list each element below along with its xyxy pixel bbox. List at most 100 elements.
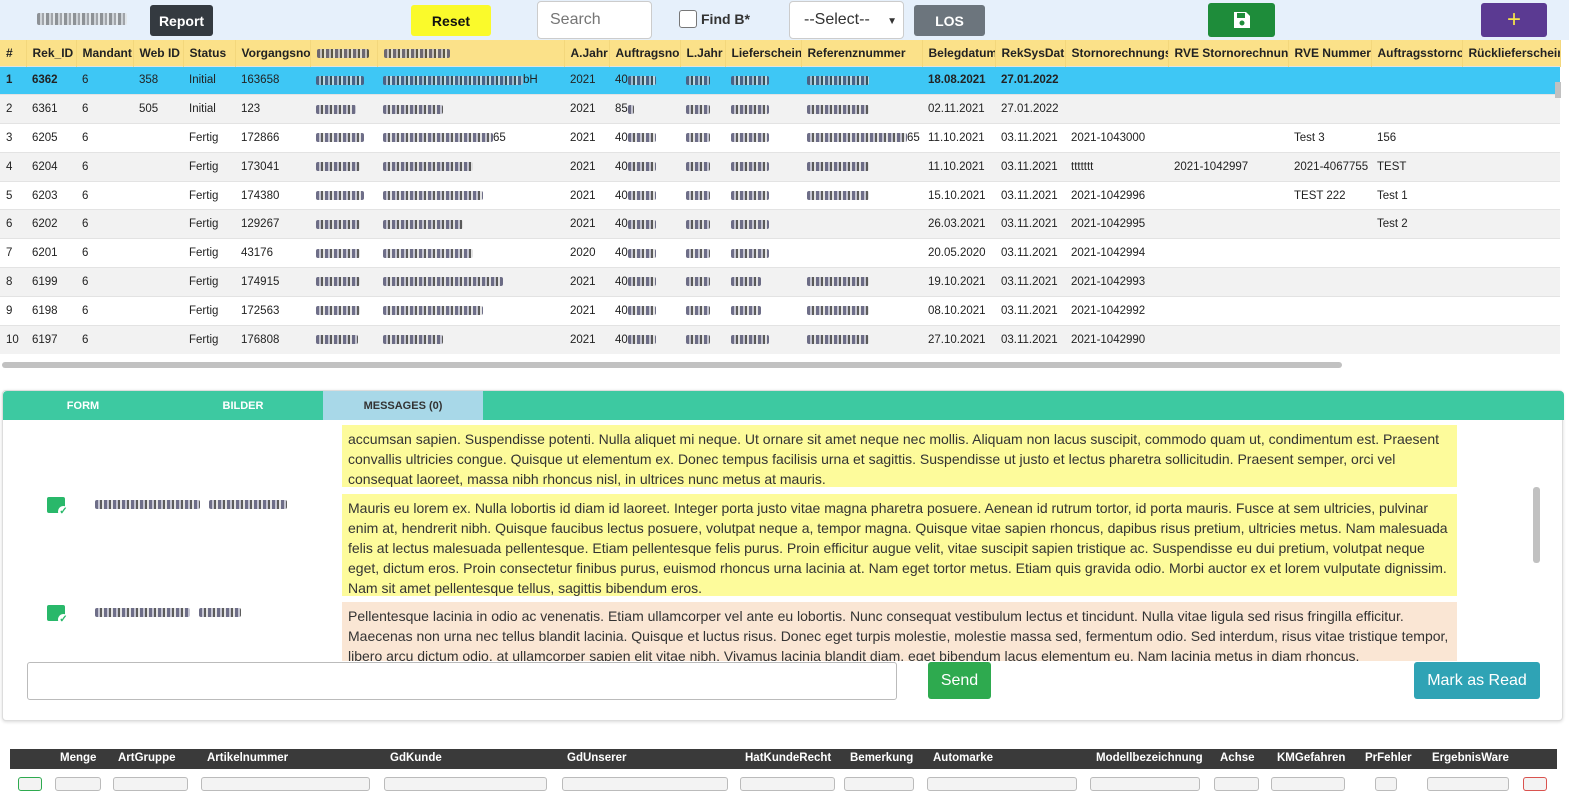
- menge-field[interactable]: [55, 777, 101, 791]
- message-bubble: Pellentesque lacinia in odio ac venenati…: [342, 602, 1457, 661]
- row-number: 1: [0, 65, 26, 95]
- rve-nummer-cell: [1288, 94, 1371, 124]
- vorgangsno-cell: 173041: [235, 151, 310, 182]
- items-table-row: [10, 773, 1557, 791]
- mandant-cell: 6: [76, 151, 133, 182]
- grid-header-cell[interactable]: Mandant: [76, 40, 134, 66]
- blurred-text: [627, 104, 634, 114]
- artgruppe-field[interactable]: [113, 777, 188, 791]
- l-jahr-cell: [680, 180, 725, 210]
- artikelnummer-field[interactable]: [201, 777, 370, 791]
- table-row[interactable]: 10 6197 6 Fertig 176808 2021 40 27.10.2021 03.11…: [0, 324, 1560, 354]
- table-row[interactable]: 4 6204 6 Fertig 173041 2021 40 11.10.2021 03.11.…: [0, 151, 1560, 182]
- mandant-cell: 6: [76, 209, 133, 239]
- grid-horizontal-scrollbar[interactable]: [2, 362, 1342, 368]
- blurred-cell: [310, 123, 377, 153]
- grid-header-cell[interactable]: Stornorechnungs: [1065, 40, 1169, 66]
- web-id-cell: 358: [133, 65, 183, 95]
- status-cell: Fertig: [183, 151, 235, 182]
- vorgangsno-cell: 123: [235, 94, 310, 124]
- save-button[interactable]: [1208, 3, 1275, 37]
- add-button[interactable]: +: [1481, 3, 1547, 37]
- col-menge: Menge: [60, 752, 97, 764]
- achse-field[interactable]: [1214, 777, 1259, 791]
- report-button[interactable]: Report: [150, 5, 213, 36]
- automarke-field[interactable]: [927, 777, 1077, 791]
- blurred-cell: [377, 209, 564, 239]
- prfehler-checkbox[interactable]: [1375, 777, 1397, 791]
- find-b-checkbox[interactable]: Find B*: [679, 10, 750, 28]
- add-item-button[interactable]: [18, 777, 42, 791]
- a-jahr-cell: 2021: [564, 209, 609, 239]
- rek-id-cell: 6202: [26, 209, 76, 239]
- rve-nummer-cell: [1288, 65, 1371, 95]
- table-row[interactable]: 6 6202 6 Fertig 129267 2021 40 26.03.2021 03.11.…: [0, 209, 1560, 239]
- lieferschein-cell: [725, 123, 801, 153]
- reset-button[interactable]: Reset: [411, 5, 491, 36]
- table-row[interactable]: 9 6198 6 Fertig 172563 2021 40 08.10.2021 03.11.…: [0, 295, 1560, 326]
- rek-id-cell: 6362: [26, 65, 76, 95]
- message-input[interactable]: [27, 662, 897, 700]
- referenznummer-cell: [801, 94, 922, 124]
- gdunserer-field[interactable]: [562, 777, 728, 791]
- table-row[interactable]: 1 6362 6 358 Initial 163658 bH 2021 40 18.08.2021…: [0, 65, 1560, 95]
- rve-stornorechnung-cell: [1168, 123, 1288, 153]
- grid-header-cell[interactable]: Auftragsstorno: [1371, 40, 1463, 66]
- los-button[interactable]: LOS: [914, 5, 985, 36]
- grid-header-cell[interactable]: #: [0, 40, 27, 66]
- delete-icon[interactable]: [1523, 777, 1547, 791]
- grid-header-cell[interactable]: Belegdatum: [922, 40, 996, 66]
- rek-id-cell: 6205: [26, 123, 76, 153]
- table-row[interactable]: 2 6361 6 505 Initial 123 2021 85 02.11.2021 27.01…: [0, 94, 1560, 124]
- grid-header-cell[interactable]: [310, 40, 378, 66]
- table-row[interactable]: 7 6201 6 Fertig 43176 2020 40 20.05.2020 03.11.2…: [0, 238, 1560, 268]
- grid-header-cell[interactable]: Referenznummer: [801, 40, 923, 66]
- grid-header-cell[interactable]: Rek_ID: [26, 40, 77, 66]
- row-number: 9: [0, 295, 26, 326]
- search-input[interactable]: [537, 1, 652, 39]
- kmgefahren-field[interactable]: [1271, 777, 1345, 791]
- grid-header-cell[interactable]: A.Jahr: [564, 40, 610, 66]
- grid-header-cell[interactable]: Rücklieferschein: [1462, 40, 1561, 66]
- message-timestamp: [95, 608, 190, 618]
- grid-header-cell[interactable]: Web ID: [133, 40, 184, 66]
- grid-header-cell[interactable]: L.Jahr: [680, 40, 726, 66]
- grid-header-cell[interactable]: RVE Stornorechnung: [1168, 40, 1289, 66]
- a-jahr-cell: 2020: [564, 238, 609, 268]
- message-meta: [95, 497, 288, 510]
- grid-header-cell[interactable]: Status: [183, 40, 236, 66]
- grid-header-cell[interactable]: Lieferschein: [725, 40, 802, 66]
- bemerkung-field[interactable]: [844, 777, 914, 791]
- table-row[interactable]: 3 6205 6 Fertig 172866 65 2021 40 65 11.10.2021 03…: [0, 123, 1560, 153]
- table-row[interactable]: 8 6199 6 Fertig 174915 2021 40 19.10.2021 03.11.…: [0, 267, 1560, 297]
- l-jahr-cell: [680, 324, 725, 354]
- tab-bilder[interactable]: BILDER: [163, 391, 323, 420]
- grid-vertical-scrollbar[interactable]: [1555, 82, 1561, 98]
- items-table-header: Menge ArtGruppe Artikelnummer GdKunde Gd…: [10, 749, 1557, 769]
- grid-header-cell[interactable]: RekSysDat: [995, 40, 1066, 66]
- grid-header-cell[interactable]: RVE Nummer: [1288, 40, 1372, 66]
- hatkunderecht-field[interactable]: [740, 777, 835, 791]
- blurred-cell: [310, 65, 377, 95]
- blurred-text: [627, 191, 656, 201]
- messages-scrollbar[interactable]: [1533, 487, 1540, 563]
- tab-messages[interactable]: MESSAGES (0): [323, 391, 483, 420]
- mark-as-read-button[interactable]: Mark as Read: [1414, 662, 1540, 699]
- status-cell: Fertig: [183, 180, 235, 210]
- tab-form[interactable]: FORM: [3, 391, 163, 420]
- stornorechnung-cell: 2021-1042996: [1065, 180, 1168, 210]
- ergebnisware-field[interactable]: [1427, 777, 1509, 791]
- web-id-cell: [133, 324, 183, 354]
- filter-select[interactable]: --Select-- ▼: [789, 1, 904, 39]
- checkbox-box[interactable]: [679, 10, 697, 28]
- send-button[interactable]: Send: [928, 662, 991, 699]
- modellbezeichnung-field[interactable]: [1090, 777, 1200, 791]
- gdkunde-field[interactable]: [384, 777, 547, 791]
- grid-header-cell[interactable]: [377, 40, 565, 66]
- ruecklieferschein-cell: [1462, 295, 1560, 326]
- grid-header-cell[interactable]: Auftragsno: [609, 40, 681, 66]
- table-row[interactable]: 5 6203 6 Fertig 174380 2021 40 15.10.2021 03.11.…: [0, 180, 1560, 210]
- ruecklieferschein-cell: [1462, 180, 1560, 210]
- grid-header-cell[interactable]: Vorgangsno: [235, 40, 311, 66]
- referenznummer-cell: [801, 151, 922, 182]
